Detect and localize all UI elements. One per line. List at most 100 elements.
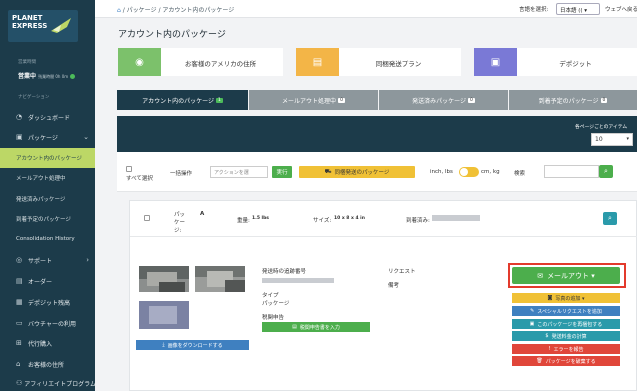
run-button[interactable]: 実行: [272, 166, 292, 178]
card-deposit[interactable]: ▣ デポジット: [474, 48, 637, 76]
caret-down-icon: ▾: [626, 136, 629, 142]
card-label: 同梱発送プラン: [375, 60, 422, 68]
search-input[interactable]: [544, 165, 599, 178]
sidebar-item-dashboard[interactable]: ◔ ダッシュボード: [0, 107, 95, 127]
edit-icon: ✎: [530, 308, 535, 314]
card-label: デポジット: [559, 60, 592, 68]
sidebar-item-proxy-purchase[interactable]: ⊞ 代行購入: [0, 333, 95, 353]
package-photo-1[interactable]: [139, 266, 189, 292]
bulk-action-label: 一括操作: [170, 171, 193, 177]
language-select[interactable]: 日本語 (( ▾: [556, 3, 600, 15]
tab-count-badge: 0: [468, 97, 475, 103]
sidebar-item-orders[interactable]: ▤ オーダー: [0, 271, 95, 291]
sidebar-item-label: サポート: [28, 257, 53, 265]
rocket-logo-icon: [51, 18, 71, 33]
download-images-button[interactable]: ⤓ 画像をダウンロードする: [136, 340, 249, 350]
discard-package-label: パッケージを破棄する: [545, 358, 596, 365]
sidebar-item-support[interactable]: ◎ サポート ›: [0, 250, 95, 270]
add-photo-button[interactable]: ◙ 写真の追加 ▾: [512, 293, 620, 303]
status-detail: 残業時間 0h 0m: [38, 74, 69, 79]
tab-count-badge: 0: [600, 97, 608, 103]
status-text: 営業中: [18, 73, 37, 80]
tab-mailout-processing[interactable]: メールアウト処理中 0: [249, 90, 378, 110]
search-label: 検索: [514, 171, 526, 177]
size-label: サイズ:: [313, 218, 332, 224]
ship-combined-button[interactable]: ⛟ 同梱発送のパッケージ: [299, 166, 415, 178]
tab-packages-in-account[interactable]: アカウント内のパッケージ 1: [117, 90, 248, 110]
tab-count-badge: 1: [216, 97, 223, 103]
dollar-icon: $: [545, 333, 549, 339]
sidebar-item-label: オーダー: [28, 278, 53, 286]
package-name-value: A: [200, 211, 205, 217]
chevron-down-icon: ⌄: [83, 133, 89, 141]
sidebar-item-label: バウチャーの利用: [28, 320, 76, 328]
sidebar-item-voucher[interactable]: ▭ バウチャーの利用: [0, 313, 95, 333]
repack-label: このパッケージを再梱包する: [537, 321, 603, 328]
card-consolidation-plan[interactable]: ▤ 同梱発送プラン: [296, 48, 461, 76]
voucher-icon: ▭: [16, 319, 23, 327]
page-title: アカウント内のパッケージ: [118, 30, 226, 40]
sidebar-sub-mailout-processing[interactable]: メールアウト処理中: [0, 168, 95, 188]
discard-package-button[interactable]: 🗑 パッケージを破棄する: [512, 356, 620, 366]
unit-toggle[interactable]: [459, 167, 479, 177]
search-icon: ⌕: [604, 167, 608, 175]
status: 営業中 残業時間 0h 0m: [18, 71, 76, 80]
address-icon: ⌂: [16, 360, 21, 368]
shipping-cost-button[interactable]: $ 発送料金の計算: [512, 331, 620, 341]
package-name-label: パッケー ジ:: [174, 212, 186, 234]
breadcrumb-text: / パッケージ / アカウント内のパッケージ: [122, 7, 235, 14]
deposit-icon: ▦: [16, 298, 23, 306]
tab-shipped[interactable]: 発送済みパッケージ 0: [379, 90, 508, 110]
back-to-web-link[interactable]: ウェブへ戻る: [605, 5, 637, 13]
chevron-right-icon: ›: [86, 256, 89, 264]
search-icon: ⌕: [608, 214, 612, 222]
tracking-label: 発送時の追跡番号: [262, 269, 307, 275]
special-request-label: スペシャルリクエストを追加: [537, 308, 602, 315]
tab-expected[interactable]: 到着予定のパッケージ 0: [509, 90, 637, 110]
sidebar-sub-expected[interactable]: 到着予定のパッケージ: [0, 209, 95, 229]
package-checkbox[interactable]: [144, 215, 150, 221]
camera-icon: ◙: [547, 295, 553, 301]
mailout-button-label: メールアウト ▾: [547, 271, 595, 280]
breadcrumb: ⌂ / パッケージ / アカウント内のパッケージ: [117, 5, 234, 14]
package-photo-3[interactable]: [139, 301, 189, 329]
unit-imperial-label: inch, lbs: [430, 169, 453, 175]
home-icon[interactable]: ⌂: [117, 7, 121, 14]
sidebar: PLANET EXPRESS 営業時間 営業中 残業時間 0h 0m ナビゲーシ…: [0, 0, 96, 391]
package-icon: ▣: [16, 133, 23, 141]
package-search-button[interactable]: ⌕: [603, 212, 617, 225]
tracking-number-redacted: [262, 278, 334, 283]
arrival-label: 到着済み:: [406, 218, 430, 224]
truck-icon: ⛟: [324, 168, 332, 175]
tab-count-badge: 0: [338, 97, 345, 103]
sidebar-item-label: 代行購入: [28, 340, 53, 348]
sidebar-sub-consolidation-history[interactable]: Consolidation History: [0, 229, 95, 249]
per-page-label: 各ページごとのアイテム: [575, 125, 628, 130]
trash-icon: 🗑: [536, 358, 543, 364]
customs-declaration-label: 税関申告: [262, 315, 285, 321]
special-request-button[interactable]: ✎ スペシャルリクエストを追加: [512, 306, 620, 316]
download-icon: ⤓: [162, 342, 165, 348]
per-page-select[interactable]: 10 ▾: [591, 133, 633, 146]
sidebar-sub-shipped[interactable]: 発送済みパッケージ: [0, 189, 95, 209]
hours-label: 営業時間: [18, 60, 36, 65]
repack-button[interactable]: ▣ このパッケージを再梱包する: [512, 319, 620, 329]
sidebar-sub-packages-in-account[interactable]: アカウント内のパッケージ: [0, 148, 95, 168]
bulk-action-select[interactable]: アクションを選: [210, 166, 268, 178]
search-button[interactable]: ⌕: [599, 165, 613, 178]
support-icon: ◎: [16, 256, 23, 264]
sidebar-item-packages[interactable]: ▣ パッケージ ⌄: [0, 127, 95, 147]
sidebar-item-deposit[interactable]: ▦ デポジット残高: [0, 292, 95, 312]
package-photo-2[interactable]: [195, 266, 245, 292]
card-us-address[interactable]: ◉ お客様のアメリカの住所: [118, 48, 283, 76]
list-header-band: [117, 116, 637, 152]
language-label: 言語を選択:: [519, 7, 549, 13]
customs-declaration-button[interactable]: ▤ 税関申告書を入力: [262, 322, 370, 332]
sidebar-item-affiliate[interactable]: ⚇ アフィリエイトプログラム: [0, 373, 96, 391]
report-error-button[interactable]: ! エラーを報告: [512, 344, 620, 354]
select-all-checkbox[interactable]: [126, 166, 132, 172]
mailout-button[interactable]: ✉ メールアウト ▾: [512, 267, 620, 284]
app-root: PLANET EXPRESS 営業時間 営業中 残業時間 0h 0m ナビゲーシ…: [0, 0, 637, 391]
sidebar-item-address[interactable]: ⌂ お客様の住所: [0, 354, 95, 374]
logo[interactable]: PLANET EXPRESS: [8, 10, 78, 42]
